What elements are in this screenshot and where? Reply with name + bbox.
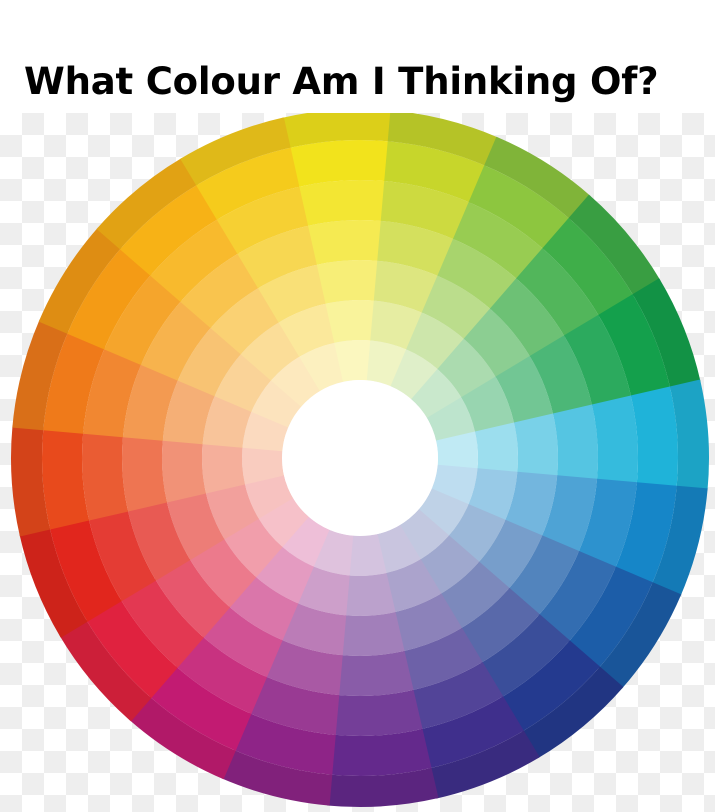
wheel-centre [282, 380, 438, 536]
wheel-segment [288, 139, 390, 188]
wheel-segment [297, 179, 387, 227]
wheel-segment [41, 428, 90, 530]
wheel-segment [306, 220, 383, 266]
wheel-segment [81, 431, 129, 521]
wheel-segment [345, 572, 396, 617]
wheel-segment [161, 439, 207, 503]
wheel-segment [341, 611, 405, 657]
wheel-segment [333, 689, 423, 737]
wheel-segment [630, 386, 679, 488]
wheel-segment [330, 728, 432, 777]
colour-wheel-icon [10, 113, 710, 808]
wheel-segment [122, 435, 168, 512]
wheel-segment [474, 422, 519, 473]
page-title: What Colour Am I Thinking Of? [24, 60, 659, 103]
wheel-segment [591, 395, 639, 485]
wheel-segment [513, 413, 559, 477]
colour-wheel-area [0, 113, 715, 812]
wheel-segment [552, 404, 598, 481]
wheel-segment [315, 259, 379, 305]
wheel-segment [201, 443, 246, 494]
wheel-segment [337, 650, 414, 696]
